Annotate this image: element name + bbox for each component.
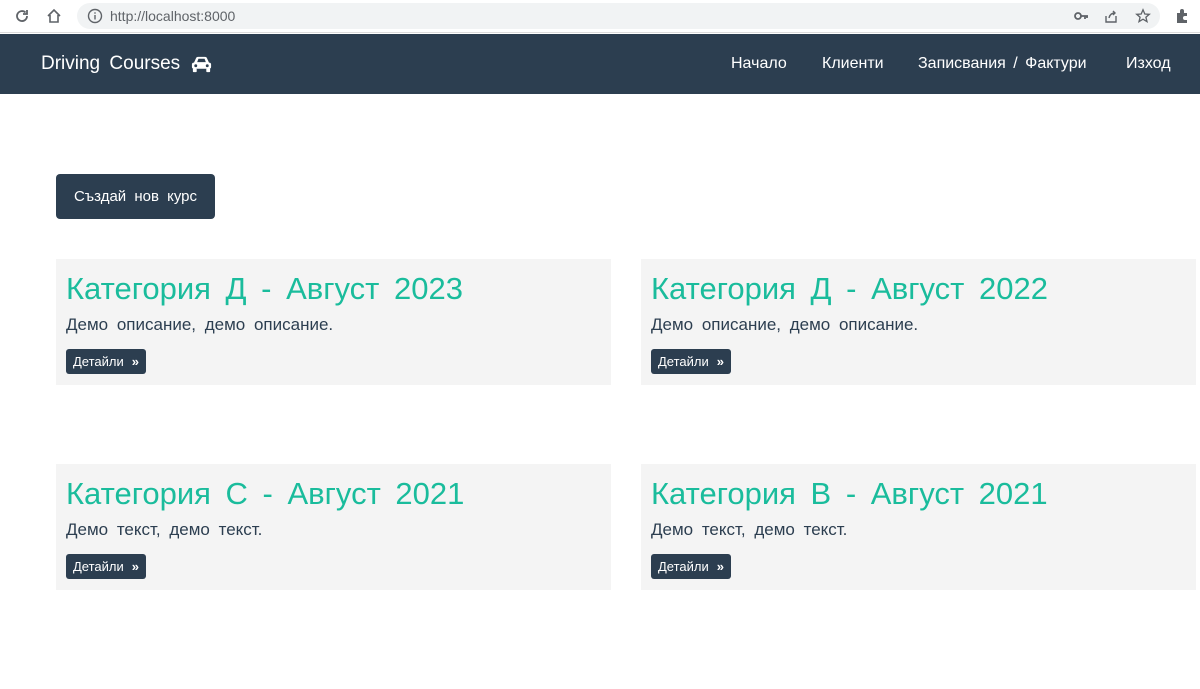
details-label: Детайли	[73, 559, 124, 574]
brand-logo[interactable]: Driving Courses	[41, 53, 213, 75]
details-label: Детайли	[73, 354, 124, 369]
course-description: Демо описание, демо описание.	[651, 315, 919, 334]
nav-link-home[interactable]: Начало	[731, 55, 787, 73]
top-navbar: Driving Courses Начало Клиенти Записвани…	[0, 34, 1200, 94]
course-description: Демо текст, демо текст.	[66, 520, 263, 539]
course-title: Категория Д - Август 2022	[651, 271, 1048, 306]
details-label: Детайли	[658, 559, 709, 574]
details-label: Детайли	[658, 354, 709, 369]
brand-text: Driving Courses	[41, 53, 181, 74]
key-icon[interactable]	[1073, 8, 1089, 24]
double-chevron-right-icon: »	[131, 354, 139, 369]
home-icon[interactable]	[43, 5, 65, 27]
nav-link-logout[interactable]: Изход	[1126, 55, 1171, 73]
nav-link-clients[interactable]: Клиенти	[822, 55, 884, 73]
reload-icon[interactable]	[11, 5, 33, 27]
course-card: Категория Д - Август 2022 Демо описание,…	[641, 259, 1196, 385]
extensions-icon[interactable]	[1174, 7, 1192, 25]
course-card: Категория B - Август 2021 Демо текст, де…	[641, 464, 1196, 590]
info-icon[interactable]	[87, 8, 103, 24]
double-chevron-right-icon: »	[131, 559, 139, 574]
car-icon	[192, 56, 212, 73]
details-button[interactable]: Детайли »	[651, 349, 731, 374]
double-chevron-right-icon: »	[716, 354, 724, 369]
nav-link-enrollments-invoices[interactable]: Записвания / Фактури	[918, 55, 1087, 73]
course-card: Категория C - Август 2021 Демо текст, де…	[56, 464, 611, 590]
details-button[interactable]: Детайли »	[66, 349, 146, 374]
share-icon[interactable]	[1103, 8, 1119, 24]
course-title: Категория Д - Август 2023	[66, 271, 463, 306]
double-chevron-right-icon: »	[716, 559, 724, 574]
course-description: Демо описание, демо описание.	[66, 315, 334, 334]
bookmark-star-icon[interactable]	[1135, 8, 1151, 24]
course-title: Категория B - Август 2021	[651, 476, 1048, 511]
url-text[interactable]: http://localhost:8000	[110, 8, 235, 24]
course-title: Категория C - Август 2021	[66, 476, 465, 511]
course-description: Демо текст, демо текст.	[651, 520, 848, 539]
course-card: Категория Д - Август 2023 Демо описание,…	[56, 259, 611, 385]
create-course-button[interactable]: Създай нов курс	[56, 174, 215, 219]
details-button[interactable]: Детайли »	[66, 554, 146, 579]
browser-toolbar: http://localhost:8000	[0, 0, 1200, 33]
address-bar[interactable]: http://localhost:8000	[77, 3, 1160, 29]
details-button[interactable]: Детайли »	[651, 554, 731, 579]
